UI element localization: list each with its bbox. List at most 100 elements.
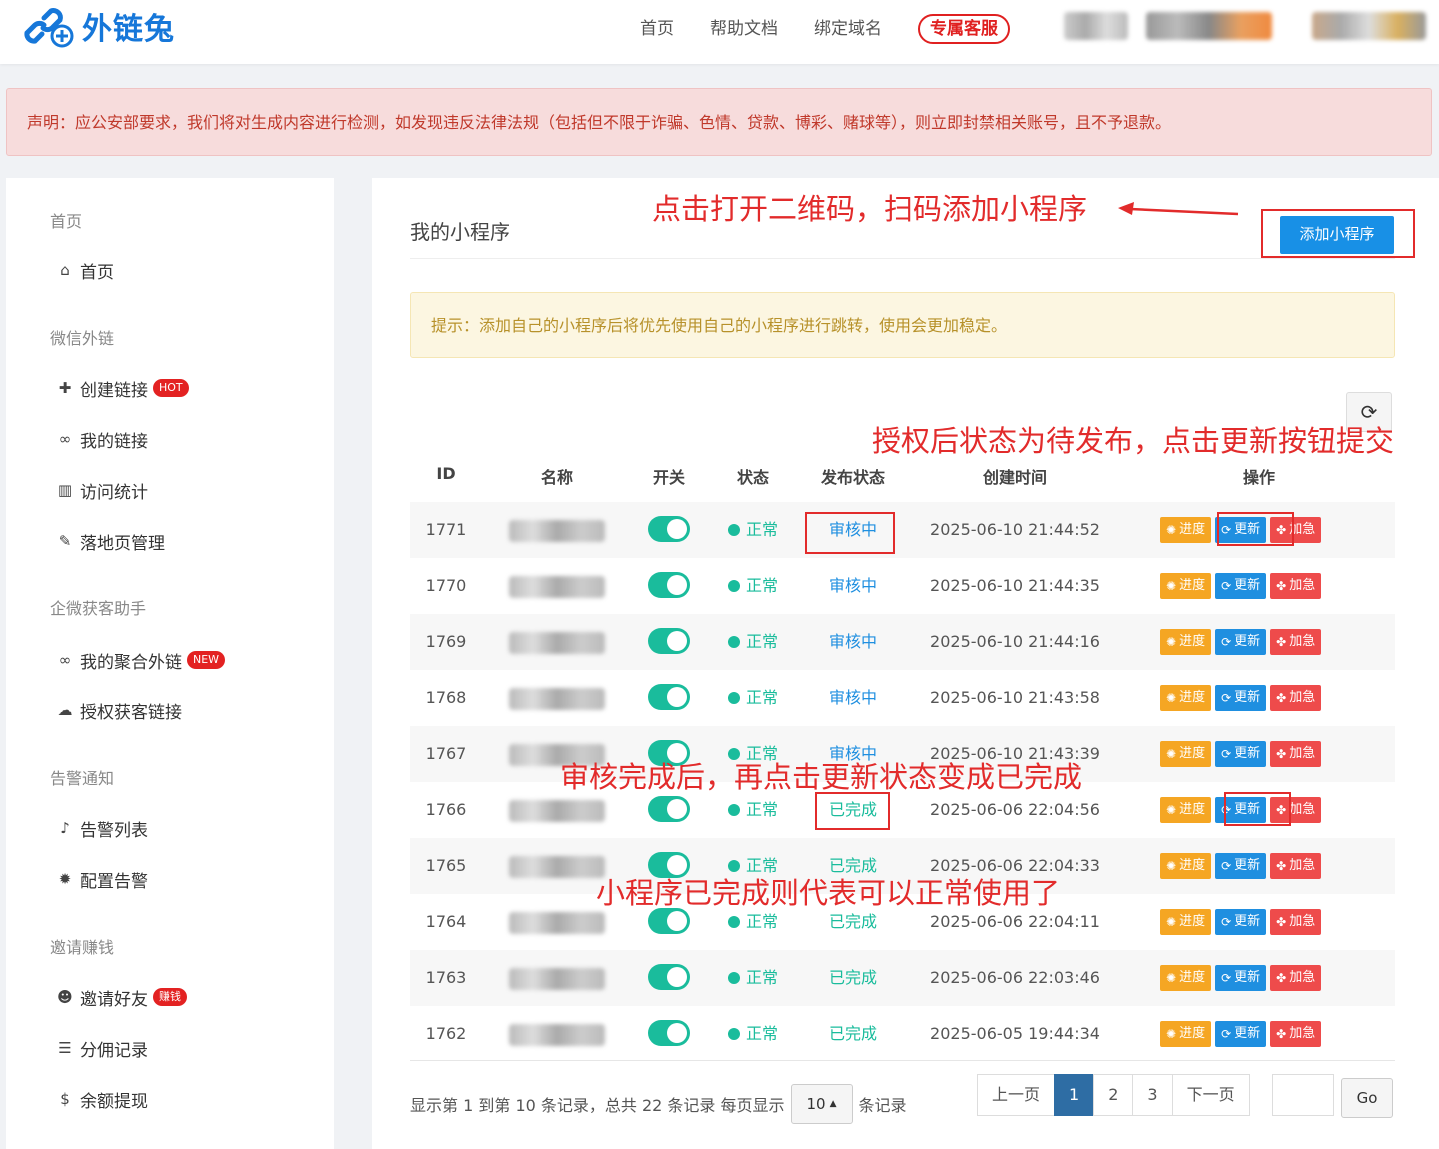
- nav-home[interactable]: 首页: [640, 15, 674, 43]
- avatar[interactable]: [1312, 12, 1426, 40]
- update-button[interactable]: ⟳ 更新: [1215, 1021, 1267, 1047]
- share-nodes-icon: ✤: [1276, 747, 1287, 761]
- row-switch-toggle[interactable]: [648, 572, 690, 598]
- annotation-add-hint: 点击打开二维码，扫码添加小程序: [652, 192, 1088, 226]
- row-actions: ✺ 进度 ⟳ 更新 ✤ 加急: [1160, 965, 1325, 991]
- refresh-icon: ⟳: [1221, 579, 1232, 593]
- update-button[interactable]: ⟳ 更新: [1215, 685, 1267, 711]
- sidebar-item-visit-stats[interactable]: ▥ 访问统计: [54, 477, 148, 503]
- urgent-button[interactable]: ✤ 加急: [1270, 1021, 1322, 1047]
- urgent-label: 加急: [1289, 746, 1316, 761]
- col-status[interactable]: 状态: [737, 464, 769, 488]
- progress-button[interactable]: ✺ 进度: [1160, 685, 1212, 711]
- sidebar-item-aggregate-links[interactable]: ∞ 我的聚合外链 NEW: [54, 647, 226, 673]
- row-switch-toggle[interactable]: [648, 964, 690, 990]
- sidebar-item-withdraw[interactable]: $ 余额提现: [54, 1086, 148, 1112]
- wechat-icon: ☁: [57, 701, 73, 719]
- nav-bind-domain[interactable]: 绑定域名: [814, 15, 882, 43]
- col-id[interactable]: ID: [436, 464, 455, 483]
- col-switch[interactable]: 开关: [653, 464, 685, 488]
- row-status-text: 正常: [745, 968, 779, 987]
- progress-button[interactable]: ✺ 进度: [1160, 741, 1212, 767]
- nav-dedicated-service[interactable]: 专属客服: [918, 14, 1010, 44]
- row-status-text: 正常: [745, 688, 779, 707]
- sidebar-item-auth-links[interactable]: ☁ 授权获客链接: [54, 697, 183, 723]
- annotation-box-reviewing: [805, 512, 895, 554]
- urgent-button[interactable]: ✤ 加急: [1270, 853, 1322, 879]
- row-switch-toggle[interactable]: [648, 684, 690, 710]
- progress-button[interactable]: ✺ 进度: [1160, 573, 1212, 599]
- sidebar-section-wechat-link: 微信外链: [50, 329, 115, 348]
- progress-button[interactable]: ✺ 进度: [1160, 853, 1212, 879]
- row-switch-toggle[interactable]: [648, 516, 690, 542]
- link-icon: ∞: [58, 430, 72, 448]
- row-created-time: 2025-06-05 19:44:34: [930, 1024, 1100, 1043]
- share-nodes-icon: ✤: [1276, 915, 1287, 929]
- col-name[interactable]: 名称: [541, 464, 573, 488]
- progress-label: 进度: [1179, 690, 1206, 705]
- sidebar-item-my-links[interactable]: ∞ 我的链接: [54, 426, 148, 452]
- row-switch-toggle[interactable]: [648, 796, 690, 822]
- table-row: 1763 正常 已完成 2025-06-06 22:03:46 ✺ 进度 ⟳ 更新 ✤ 加急: [410, 950, 1395, 1006]
- blurred-account-name[interactable]: [1146, 12, 1272, 40]
- main-panel: 我的小程序 添加小程序 提示：添加自己的小程序后将优先使用自己的小程序进行跳转，…: [372, 178, 1439, 1149]
- progress-button[interactable]: ✺ 进度: [1160, 1021, 1212, 1047]
- table-row: 1768 正常 审核中 2025-06-10 21:43:58 ✺ 进度 ⟳ 更新 ✤ 加急: [410, 670, 1395, 726]
- sidebar-item-alert-config[interactable]: ✹ 配置告警: [54, 866, 148, 892]
- status-dot-icon: [727, 524, 740, 536]
- jump-page-input[interactable]: [1272, 1074, 1334, 1116]
- urgent-button[interactable]: ✤ 加急: [1270, 965, 1322, 991]
- update-button[interactable]: ⟳ 更新: [1215, 853, 1267, 879]
- caret-up-icon: ▲: [829, 1099, 837, 1109]
- row-status-text: 正常: [745, 1024, 779, 1043]
- urgent-button[interactable]: ✤ 加急: [1270, 685, 1322, 711]
- users-icon: ☻: [57, 988, 73, 1006]
- update-label: 更新: [1234, 1026, 1261, 1041]
- sidebar-item-landing-pages[interactable]: ✎ 落地页管理: [54, 528, 165, 554]
- progress-button[interactable]: ✺ 进度: [1160, 965, 1212, 991]
- row-switch-toggle[interactable]: [648, 628, 690, 654]
- col-created-time[interactable]: 创建时间: [983, 464, 1047, 488]
- go-button[interactable]: Go: [1341, 1078, 1393, 1118]
- update-button[interactable]: ⟳ 更新: [1215, 965, 1267, 991]
- status-dot-icon: [727, 916, 740, 928]
- sidebar-item-commission[interactable]: ☰ 分佣记录: [54, 1035, 148, 1061]
- update-button[interactable]: ⟳ 更新: [1215, 629, 1267, 655]
- urgent-button[interactable]: ✤ 加急: [1270, 573, 1322, 599]
- prev-page-button[interactable]: 上一页: [977, 1074, 1056, 1116]
- page-3-button[interactable]: 3: [1132, 1074, 1173, 1116]
- page-1-button[interactable]: 1: [1054, 1074, 1095, 1116]
- col-publish-status[interactable]: 发布状态: [821, 464, 885, 488]
- nav-help-docs[interactable]: 帮助文档: [710, 15, 778, 43]
- next-page-button[interactable]: 下一页: [1171, 1074, 1250, 1116]
- update-button[interactable]: ⟳ 更新: [1215, 741, 1267, 767]
- progress-button[interactable]: ✺ 进度: [1160, 629, 1212, 655]
- urgent-button[interactable]: ✤ 加急: [1270, 909, 1322, 935]
- row-switch-toggle[interactable]: [648, 1020, 690, 1046]
- sidebar-item-alert-list[interactable]: ♪ 告警列表: [54, 815, 148, 841]
- page-size-select[interactable]: 10 ▲: [790, 1084, 853, 1124]
- sidebar-item-home[interactable]: ⌂ 首页: [54, 257, 114, 283]
- row-actions: ✺ 进度 ⟳ 更新 ✤ 加急: [1160, 573, 1325, 599]
- progress-label: 进度: [1179, 970, 1206, 985]
- page-title: 我的小程序: [410, 220, 510, 244]
- page-2-button[interactable]: 2: [1093, 1074, 1134, 1116]
- progress-button[interactable]: ✺ 进度: [1160, 517, 1212, 543]
- progress-button[interactable]: ✺ 进度: [1160, 797, 1212, 823]
- row-status: 正常: [727, 670, 779, 726]
- progress-label: 进度: [1179, 746, 1206, 761]
- sidebar-item-invite-friends[interactable]: ☻ 邀请好友 赚钱: [54, 984, 187, 1010]
- progress-button[interactable]: ✺ 进度: [1160, 909, 1212, 935]
- sidebar-item-create-link[interactable]: ✚ 创建链接 HOT: [54, 375, 189, 401]
- row-actions: ✺ 进度 ⟳ 更新 ✤ 加急: [1160, 741, 1325, 767]
- pagination-info-suffix: 条记录: [858, 1096, 907, 1115]
- update-label: 更新: [1234, 690, 1261, 705]
- urgent-button[interactable]: ✤ 加急: [1270, 629, 1322, 655]
- home-icon: ⌂: [60, 261, 70, 279]
- row-name-blurred: [509, 1024, 605, 1046]
- blurred-user-info[interactable]: [1064, 12, 1128, 40]
- urgent-button[interactable]: ✤ 加急: [1270, 741, 1322, 767]
- update-button[interactable]: ⟳ 更新: [1215, 573, 1267, 599]
- brand-logo[interactable]: 外链兔: [24, 4, 175, 48]
- update-button[interactable]: ⟳ 更新: [1215, 909, 1267, 935]
